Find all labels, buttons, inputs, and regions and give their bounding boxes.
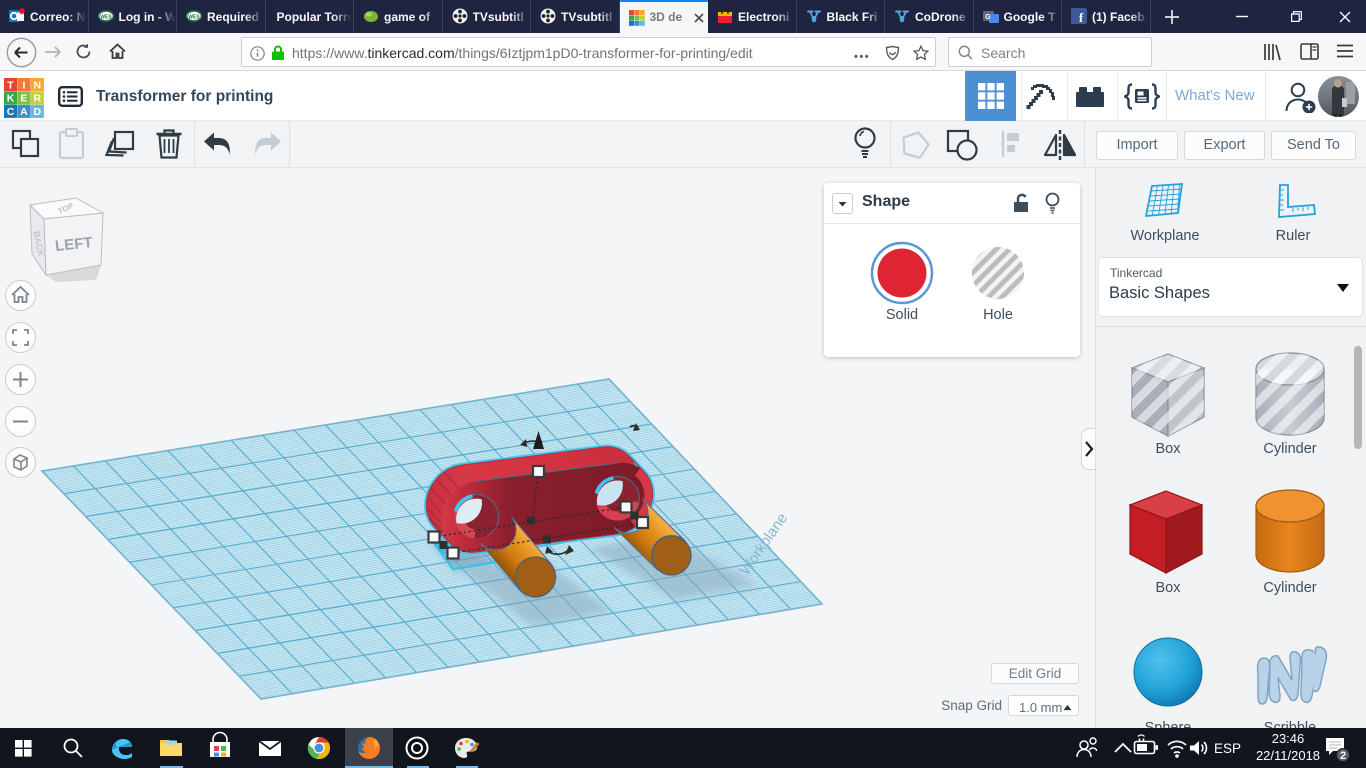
svg-text:A: A (20, 106, 28, 118)
svg-text:WES: WES (188, 15, 200, 21)
svg-text:T: T (7, 79, 14, 91)
svg-text:WES: WES (100, 15, 112, 21)
svg-text:D: D (34, 106, 42, 118)
svg-text:K: K (7, 93, 15, 105)
svg-text:2: 2 (1340, 750, 1346, 762)
svg-text:E: E (20, 93, 27, 105)
svg-text:f: f (1079, 10, 1084, 24)
svg-text:N: N (34, 79, 42, 91)
svg-text:R: R (34, 93, 42, 105)
svg-text:C: C (7, 106, 15, 118)
svg-text:G: G (985, 14, 991, 21)
svg-text:I: I (22, 79, 25, 91)
